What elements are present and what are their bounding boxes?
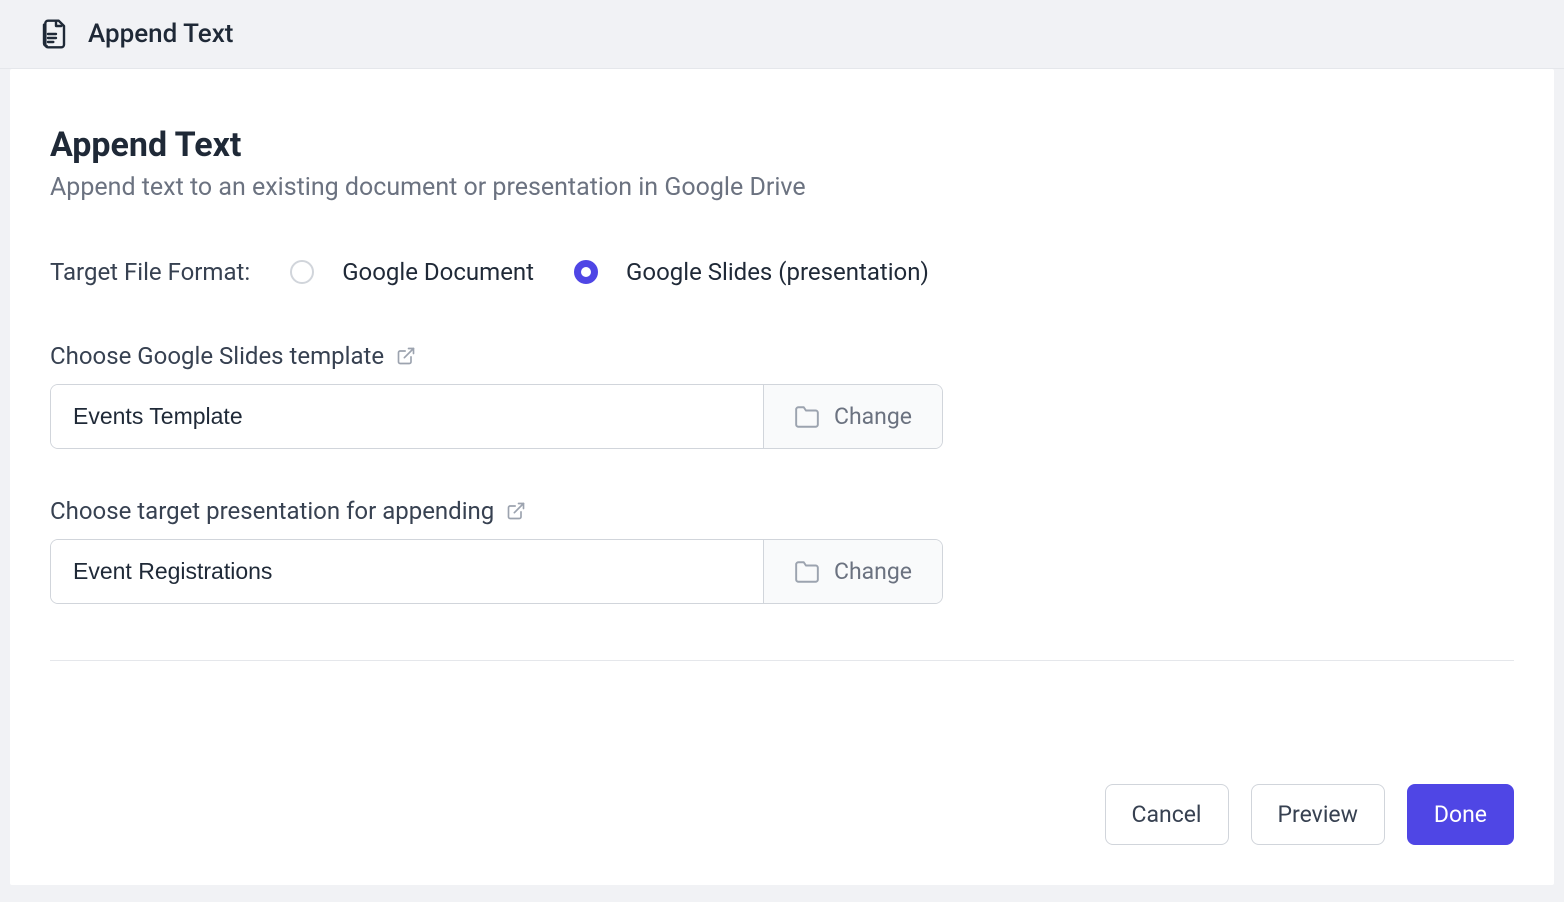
external-link-icon[interactable] xyxy=(396,346,416,366)
folder-icon xyxy=(794,404,820,430)
radio-option-google-slides[interactable]: Google Slides (presentation) xyxy=(574,258,929,286)
format-label: Target File Format: xyxy=(50,258,250,286)
radio-label-google-document: Google Document xyxy=(342,258,534,286)
template-file-picker: Change xyxy=(50,384,943,449)
radio-icon xyxy=(290,260,314,284)
template-change-button[interactable]: Change xyxy=(763,385,942,448)
target-input[interactable] xyxy=(51,540,763,603)
documents-icon xyxy=(40,18,72,50)
target-change-button[interactable]: Change xyxy=(763,540,942,603)
page-header: Append Text xyxy=(0,0,1564,69)
footer-buttons: Cancel Preview Done xyxy=(1105,784,1514,845)
template-label: Choose Google Slides template xyxy=(50,342,384,370)
template-input[interactable] xyxy=(51,385,763,448)
target-change-label: Change xyxy=(834,558,912,585)
divider xyxy=(50,660,1514,661)
content-title: Append Text xyxy=(50,125,1514,165)
external-link-icon[interactable] xyxy=(506,501,526,521)
target-field-group: Choose target presentation for appending… xyxy=(50,497,1514,604)
folder-icon xyxy=(794,559,820,585)
footer: Cancel Preview Done xyxy=(50,744,1514,845)
done-button[interactable]: Done xyxy=(1407,784,1514,845)
preview-button[interactable]: Preview xyxy=(1251,784,1385,845)
target-label-row: Choose target presentation for appending xyxy=(50,497,1514,525)
cancel-button[interactable]: Cancel xyxy=(1105,784,1229,845)
delete-button[interactable] xyxy=(50,803,58,826)
header-title: Append Text xyxy=(88,19,233,49)
template-change-label: Change xyxy=(834,403,912,430)
format-row: Target File Format: Google Document Goog… xyxy=(50,258,1514,286)
target-label: Choose target presentation for appending xyxy=(50,497,494,525)
template-label-row: Choose Google Slides template xyxy=(50,342,1514,370)
radio-label-google-slides: Google Slides (presentation) xyxy=(626,258,929,286)
template-field-group: Choose Google Slides template Change xyxy=(50,342,1514,449)
content-card: Append Text Append text to an existing d… xyxy=(10,69,1554,885)
radio-icon xyxy=(574,260,598,284)
radio-option-google-document[interactable]: Google Document xyxy=(290,258,534,286)
content-subtitle: Append text to an existing document or p… xyxy=(50,173,1514,202)
target-file-picker: Change xyxy=(50,539,943,604)
